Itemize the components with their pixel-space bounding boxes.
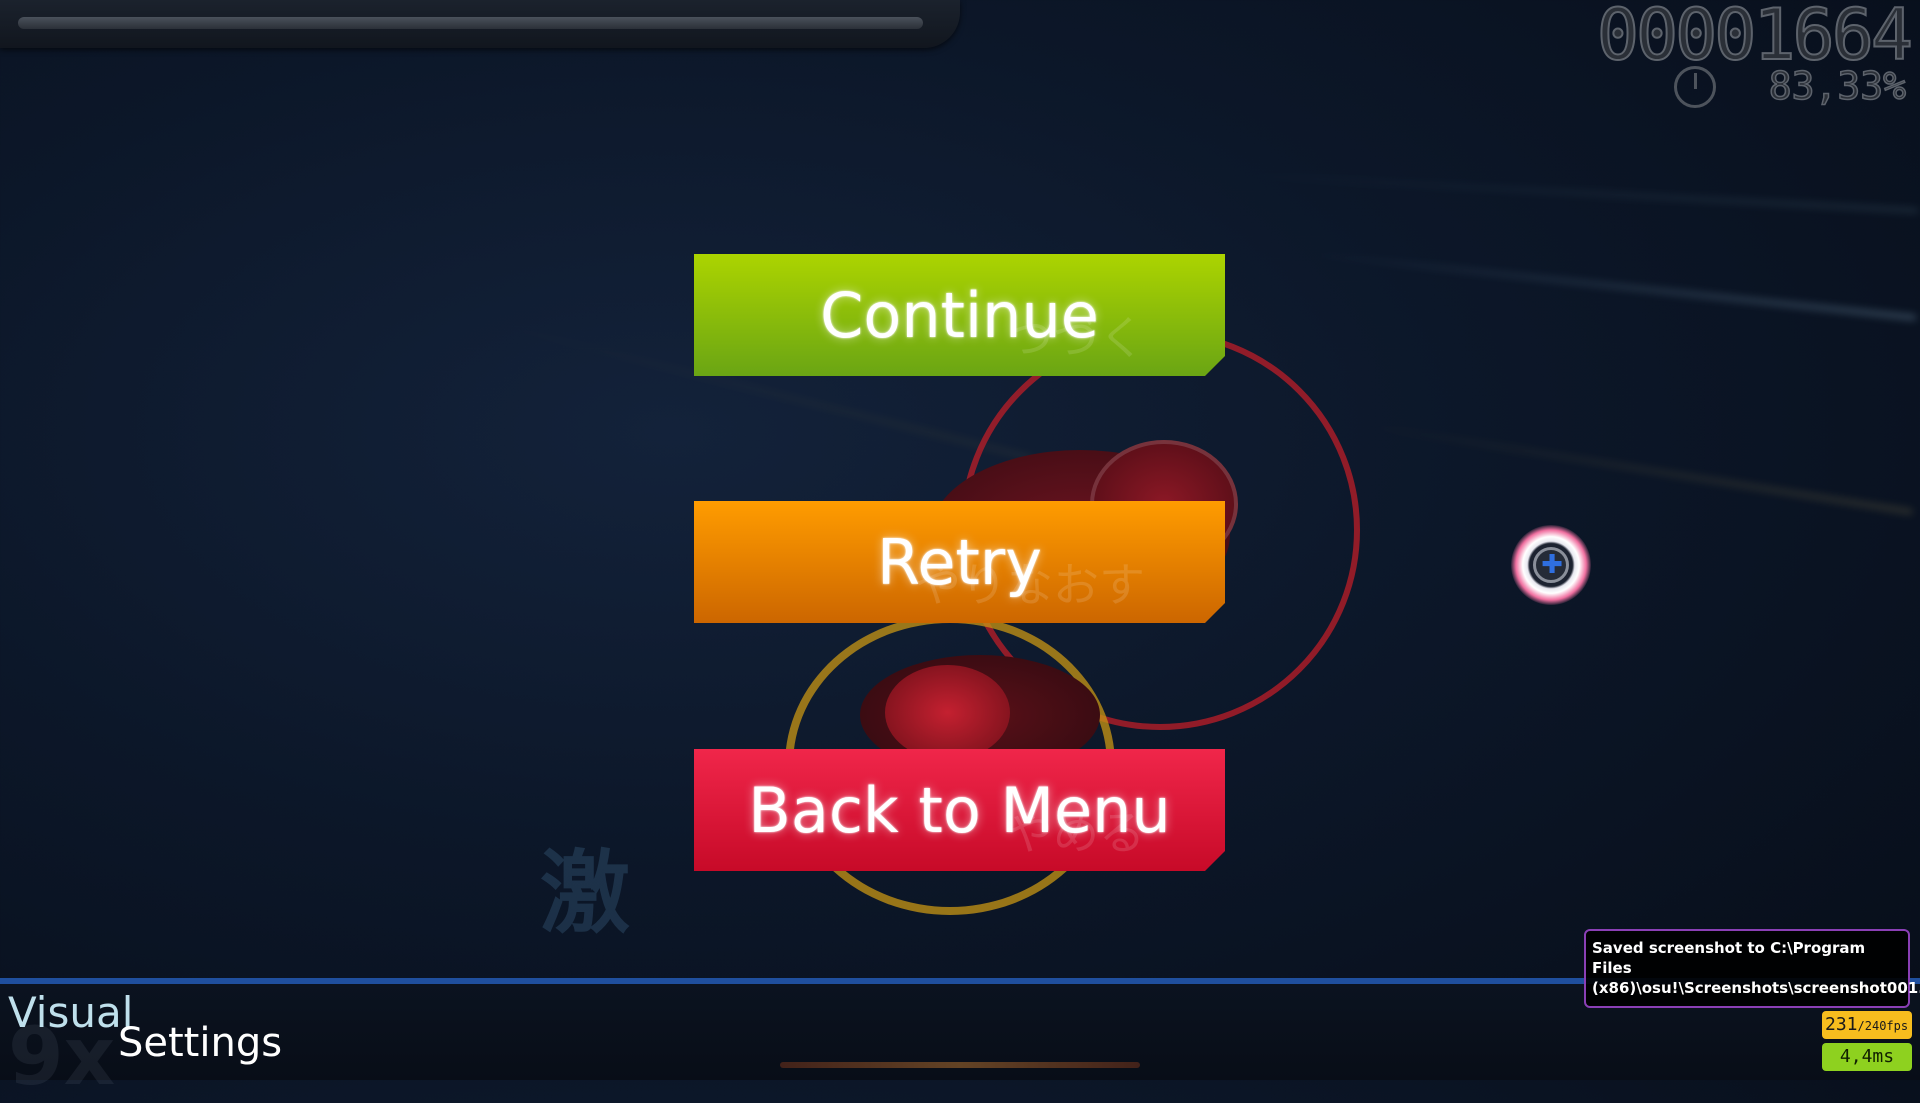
hit-error-bar xyxy=(780,1062,1140,1068)
fps-counter: 231/240fps xyxy=(1822,1011,1912,1039)
background-light-streak xyxy=(1199,170,1920,214)
crosshair-plus-icon: ✚ xyxy=(1541,550,1563,580)
fps-target: /240fps xyxy=(1857,1019,1909,1033)
back-to-menu-button[interactable]: Back to Menu やめる xyxy=(694,749,1225,871)
song-progress-track xyxy=(0,0,960,48)
accuracy-display: 83,33% xyxy=(1768,63,1907,109)
retry-button[interactable]: Retry やりなおす xyxy=(694,501,1225,623)
settings-label[interactable]: Settings xyxy=(118,1020,282,1066)
continue-button[interactable]: Continue つづく xyxy=(694,254,1225,376)
background-light-streak xyxy=(1299,250,1917,321)
background-light-streak xyxy=(1349,420,1914,516)
hit-circle-red xyxy=(885,665,1010,760)
fps-value: 231 xyxy=(1825,1014,1858,1035)
retry-button-sublabel: やりなおす xyxy=(915,558,1145,612)
visual-label[interactable]: Visual xyxy=(8,988,133,1037)
screenshot-notification: Saved screenshot to C:\Program Files (x8… xyxy=(1584,929,1920,1008)
continue-button-sublabel: つづく xyxy=(1007,311,1145,365)
song-progress-bar xyxy=(18,17,923,29)
back-to-menu-button-sublabel: やめる xyxy=(1007,806,1145,860)
frametime-counter: 4,4ms xyxy=(1822,1043,1912,1071)
judgement-glyph: 激 xyxy=(540,841,630,946)
clock-icon xyxy=(1674,66,1716,108)
